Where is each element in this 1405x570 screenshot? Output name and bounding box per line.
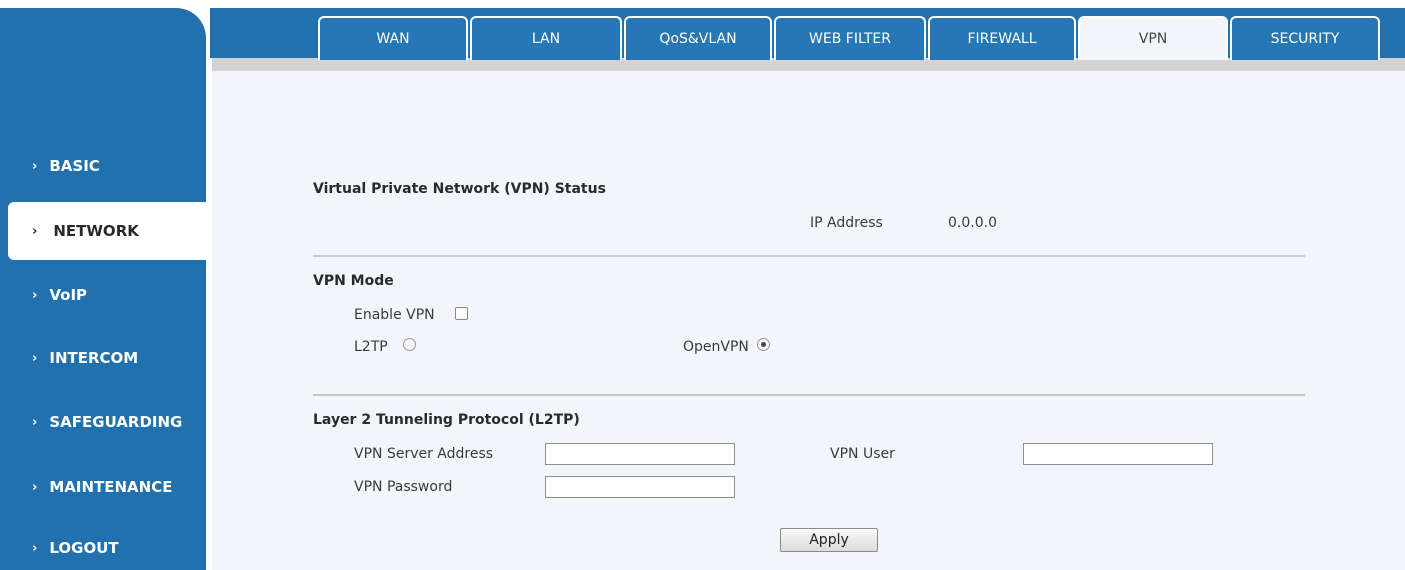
sidebar-item-label: NETWORK: [53, 222, 139, 240]
sidebar-item-maintenance[interactable]: › MAINTENANCE: [0, 458, 206, 516]
openvpn-radio[interactable]: [757, 338, 770, 351]
vpn-password-label: VPN Password: [354, 479, 453, 495]
section-divider: [313, 394, 1305, 396]
l2tp-heading: Layer 2 Tunneling Protocol (L2TP): [313, 412, 580, 428]
l2tp-radio[interactable]: [403, 338, 416, 351]
tab-qos-vlan[interactable]: QoS&VLAN: [624, 16, 772, 60]
chevron-right-icon: ›: [32, 540, 38, 556]
sidebar-item-label: SAFEGUARDING: [49, 413, 183, 431]
openvpn-radio-label: OpenVPN: [683, 339, 749, 355]
tab-wan[interactable]: WAN: [318, 16, 468, 60]
sidebar-item-intercom[interactable]: › INTERCOM: [0, 329, 206, 387]
chevron-right-icon: ›: [32, 287, 38, 303]
tab-lan[interactable]: LAN: [470, 16, 622, 60]
sidebar-item-label: BASIC: [49, 157, 100, 175]
enable-vpn-checkbox[interactable]: [455, 307, 468, 320]
sidebar-item-network[interactable]: › NETWORK: [8, 202, 206, 260]
sidebar-item-label: INTERCOM: [49, 349, 139, 367]
enable-vpn-label: Enable VPN: [354, 307, 435, 323]
sidebar-item-safeguarding[interactable]: › SAFEGUARDING: [0, 393, 206, 451]
sidebar-item-label: LOGOUT: [49, 539, 119, 557]
vpn-password-input[interactable]: [545, 476, 735, 498]
chevron-right-icon: ›: [32, 414, 38, 430]
apply-button[interactable]: Apply: [780, 528, 878, 552]
tab-security[interactable]: SECURITY: [1230, 16, 1380, 60]
chevron-right-icon: ›: [32, 350, 38, 366]
chevron-right-icon: ›: [32, 158, 38, 174]
sidebar-item-basic[interactable]: › BASIC: [0, 137, 206, 195]
ip-address-label: IP Address: [810, 215, 883, 231]
sidebar-item-logout[interactable]: › LOGOUT: [0, 519, 206, 570]
vpn-status-heading: Virtual Private Network (VPN) Status: [313, 181, 606, 197]
tab-vpn[interactable]: VPN: [1078, 16, 1228, 60]
tab-firewall[interactable]: FIREWALL: [928, 16, 1076, 60]
vpn-user-input[interactable]: [1023, 443, 1213, 465]
tab-web-filter[interactable]: WEB FILTER: [774, 16, 926, 60]
vpn-user-label: VPN User: [830, 446, 895, 462]
vpn-server-address-label: VPN Server Address: [354, 446, 494, 462]
chevron-right-icon: ›: [32, 223, 38, 239]
l2tp-radio-label: L2TP: [354, 339, 388, 355]
sidebar-item-label: MAINTENANCE: [49, 478, 173, 496]
ip-address-value: 0.0.0.0: [948, 215, 997, 231]
sidebar-item-voip[interactable]: › VoIP: [0, 266, 206, 324]
sidebar-item-label: VoIP: [49, 286, 88, 304]
chevron-right-icon: ›: [32, 479, 38, 495]
section-divider: [313, 255, 1305, 257]
vpn-server-address-input[interactable]: [545, 443, 735, 465]
vpn-mode-heading: VPN Mode: [313, 273, 394, 289]
